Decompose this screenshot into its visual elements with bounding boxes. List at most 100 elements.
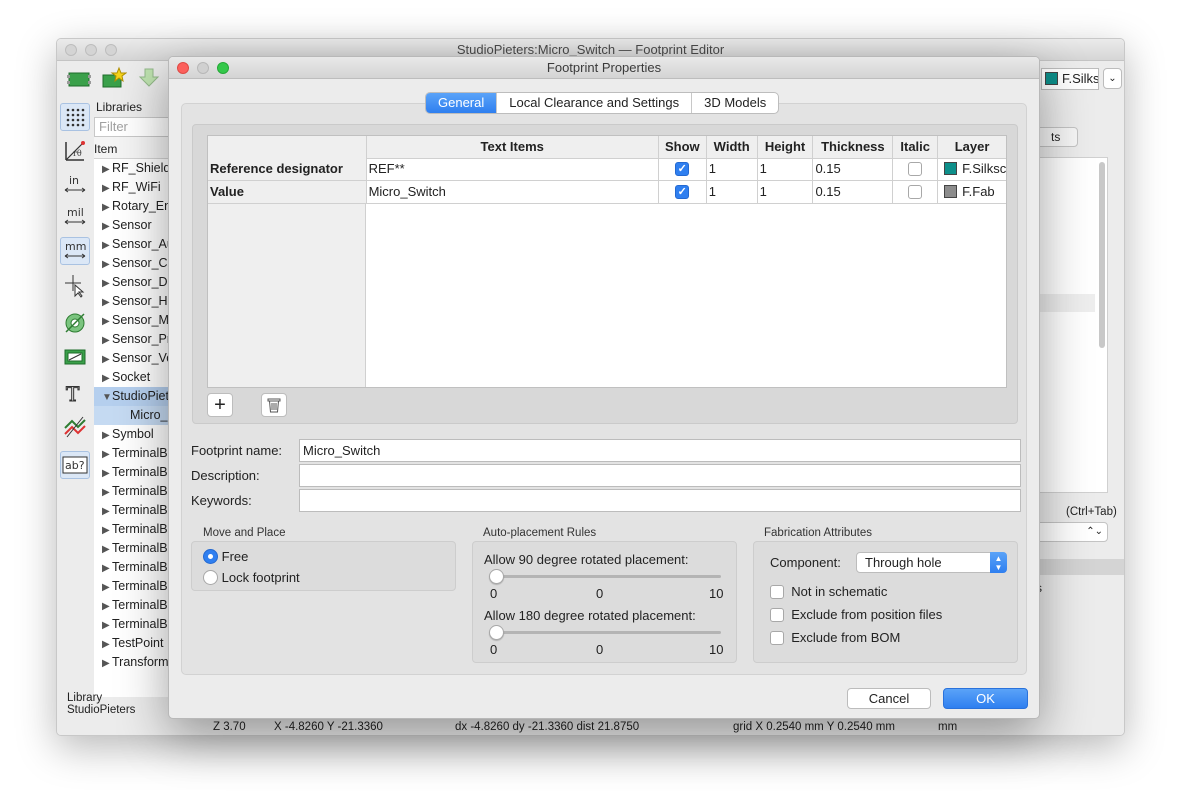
exclude-bom-option[interactable]: Exclude from BOM — [770, 630, 900, 645]
italic-checkbox[interactable] — [908, 184, 923, 199]
triangle-right-icon[interactable]: ▶ — [102, 274, 112, 292]
triangle-right-icon[interactable]: ▶ — [102, 426, 112, 444]
lock-footprint-option[interactable]: Lock footprint — [203, 570, 300, 586]
triangle-right-icon[interactable]: ▶ — [102, 464, 112, 482]
description-field[interactable] — [299, 464, 1021, 487]
text-outline-icon[interactable]: T — [60, 379, 90, 407]
triangle-right-icon[interactable]: ▶ — [102, 236, 112, 254]
component-type-select[interactable]: Through hole ▲ ▼ — [856, 552, 1007, 573]
show-checkbox[interactable]: ✓ — [675, 184, 690, 199]
triangle-right-icon[interactable]: ▶ — [102, 654, 112, 672]
minimize-window-button[interactable] — [85, 44, 97, 56]
triangle-right-icon[interactable]: ▶ — [102, 559, 112, 577]
triangle-right-icon[interactable]: ▶ — [102, 160, 112, 178]
cell-layer[interactable]: F.Fab — [938, 181, 1006, 204]
triangle-right-icon[interactable]: ▶ — [102, 483, 112, 501]
lock-footprint-radio[interactable] — [203, 570, 218, 586]
new-footprint-icon[interactable] — [65, 66, 93, 92]
triangle-right-icon[interactable]: ▶ — [102, 445, 112, 463]
footprint-wizard-icon[interactable] — [99, 66, 128, 92]
inch-units-icon[interactable]: in — [60, 171, 90, 199]
rot90-slider-track[interactable] — [495, 575, 721, 578]
triangle-right-icon[interactable]: ▶ — [102, 293, 112, 311]
triangle-right-icon[interactable]: ▶ — [102, 198, 112, 216]
cell-italic[interactable] — [893, 181, 939, 204]
keywords-field[interactable] — [299, 489, 1021, 512]
triangle-right-icon[interactable]: ▶ — [102, 255, 112, 273]
cell-show[interactable]: ✓ — [658, 181, 707, 204]
row-header-reference[interactable]: Reference designator — [208, 158, 367, 181]
row-header-value[interactable]: Value — [208, 181, 367, 204]
dialog-close-button[interactable] — [177, 62, 189, 74]
exclude-position-option[interactable]: Exclude from position files — [770, 607, 942, 622]
tab-general[interactable]: General — [426, 93, 498, 113]
col-header-show[interactable]: Show — [658, 136, 707, 159]
graphics-outline-icon[interactable] — [60, 413, 90, 441]
col-header-thickness[interactable]: Thickness — [813, 136, 894, 159]
cursor-shape-icon[interactable] — [60, 271, 90, 299]
show-checkbox[interactable]: ✓ — [675, 161, 690, 176]
triangle-right-icon[interactable]: ▶ — [102, 521, 112, 539]
import-footprint-icon[interactable] — [135, 66, 163, 92]
polar-coords-icon[interactable]: rθ — [60, 137, 90, 165]
cancel-button[interactable]: Cancel — [847, 688, 931, 709]
italic-checkbox[interactable] — [908, 161, 923, 176]
footprint-name-field[interactable]: Micro_Switch — [299, 439, 1021, 462]
cell-thickness[interactable]: 0.15 — [813, 181, 894, 204]
dialog-zoom-button[interactable] — [217, 62, 229, 74]
col-header-width[interactable]: Width — [706, 136, 758, 159]
mil-units-icon[interactable]: mil — [60, 203, 90, 231]
cell-thickness[interactable]: 0.15 — [813, 158, 894, 181]
triangle-right-icon[interactable]: ▶ — [102, 597, 112, 615]
cell-show[interactable]: ✓ — [658, 158, 707, 181]
not-in-schematic-checkbox[interactable] — [770, 584, 784, 599]
col-header-italic[interactable]: Italic — [893, 136, 939, 159]
dialog-minimize-button[interactable] — [197, 62, 209, 74]
zoom-window-button[interactable] — [105, 44, 117, 56]
triangle-right-icon[interactable]: ▶ — [102, 369, 112, 387]
exclude-bom-checkbox[interactable] — [770, 630, 784, 645]
ok-button[interactable]: OK — [943, 688, 1028, 709]
triangle-right-icon[interactable]: ▶ — [102, 350, 112, 368]
rot180-slider-knob[interactable] — [489, 625, 504, 640]
triangle-right-icon[interactable]: ▶ — [102, 312, 112, 330]
close-window-button[interactable] — [65, 44, 77, 56]
mm-units-icon[interactable]: mm — [60, 237, 90, 265]
col-header-layer[interactable]: Layer — [938, 136, 1006, 159]
triangle-down-icon[interactable]: ▼ — [102, 388, 112, 406]
triangle-right-icon[interactable]: ▶ — [102, 578, 112, 596]
cell-height[interactable]: 1 — [757, 158, 814, 181]
triangle-right-icon[interactable]: ▶ — [102, 502, 112, 520]
add-text-item-button[interactable]: + — [207, 393, 233, 417]
grid-toggle-icon[interactable] — [60, 103, 90, 131]
col-header-text-items[interactable]: Text Items — [366, 136, 659, 159]
exclude-position-checkbox[interactable] — [770, 607, 784, 622]
pad-display-icon[interactable] — [60, 309, 90, 337]
triangle-right-icon[interactable]: ▶ — [102, 635, 112, 653]
tab-3d-models[interactable]: 3D Models — [692, 93, 778, 113]
rot90-slider-knob[interactable] — [489, 569, 504, 584]
footprint-outline-icon[interactable] — [60, 343, 90, 371]
free-option[interactable]: Free — [203, 549, 248, 565]
triangle-right-icon[interactable]: ▶ — [102, 179, 112, 197]
col-header-height[interactable]: Height — [757, 136, 814, 159]
triangle-right-icon[interactable]: ▶ — [102, 331, 112, 349]
triangle-right-icon[interactable]: ▶ — [102, 217, 112, 235]
right-list-scrollbar[interactable] — [1099, 162, 1105, 348]
tab-local-clearance[interactable]: Local Clearance and Settings — [497, 93, 693, 113]
right-combo[interactable]: ⌃⌄ — [1032, 522, 1108, 542]
free-radio[interactable] — [203, 549, 218, 565]
triangle-right-icon[interactable]: ▶ — [102, 540, 112, 558]
highlight-text-icon[interactable]: ab? — [60, 451, 90, 479]
rot180-slider-track[interactable] — [495, 631, 721, 634]
triangle-right-icon[interactable]: ▶ — [102, 616, 112, 634]
cell-layer[interactable]: F.Silksc — [938, 158, 1006, 181]
cell-text[interactable]: Micro_Switch — [366, 181, 659, 204]
cell-italic[interactable] — [893, 158, 939, 181]
cell-width[interactable]: 1 — [706, 181, 758, 204]
cell-height[interactable]: 1 — [757, 181, 814, 204]
not-in-schematic-option[interactable]: Not in schematic — [770, 584, 887, 599]
cell-text[interactable]: REF** — [366, 158, 659, 181]
cell-width[interactable]: 1 — [706, 158, 758, 181]
delete-text-item-button[interactable] — [261, 393, 287, 417]
